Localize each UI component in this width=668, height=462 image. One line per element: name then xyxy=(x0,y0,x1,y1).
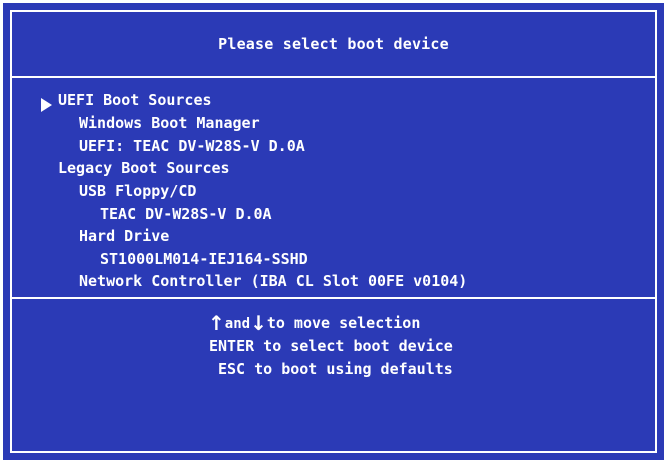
help-move-line: ↑and↓to move selection xyxy=(208,312,420,334)
boot-option-network-controller[interactable]: Network Controller (IBA CL Slot 00FE v01… xyxy=(79,270,467,292)
screen: Please select boot device UEFI Boot Sour… xyxy=(0,0,668,462)
arrow-down-icon: ↓ xyxy=(250,311,267,335)
arrow-up-icon: ↑ xyxy=(208,311,225,335)
help-and-text: and xyxy=(224,316,251,332)
help-divider xyxy=(12,297,655,299)
help-enter-line: ENTER to select boot device xyxy=(209,337,453,355)
page-title: Please select boot device xyxy=(218,35,449,53)
boot-menu-frame: Please select boot device UEFI Boot Sour… xyxy=(10,10,657,453)
help-esc-line: ESC to boot using defaults xyxy=(218,360,453,378)
boot-option-teac-dvd[interactable]: TEAC DV-W28S-V D.0A xyxy=(100,203,272,225)
boot-option-st1000lm014[interactable]: ST1000LM014-IEJ164-SSHD xyxy=(100,248,308,270)
boot-option-usb-floppy-cd[interactable]: USB Floppy/CD xyxy=(79,180,196,202)
help-move-text: to move selection xyxy=(266,314,421,332)
boot-option-uefi-teac[interactable]: UEFI: TEAC DV-W28S-V D.0A xyxy=(79,135,305,157)
boot-option-uefi-boot-sources[interactable]: UEFI Boot Sources xyxy=(58,89,212,111)
boot-option-legacy-boot-sources[interactable]: Legacy Boot Sources xyxy=(58,157,230,179)
selection-pointer-icon xyxy=(41,98,52,112)
boot-option-windows-boot-manager[interactable]: Windows Boot Manager xyxy=(79,112,260,134)
boot-menu-panel: Please select boot device UEFI Boot Sour… xyxy=(3,3,664,460)
boot-option-hard-drive[interactable]: Hard Drive xyxy=(79,225,169,247)
title-divider xyxy=(12,76,655,78)
